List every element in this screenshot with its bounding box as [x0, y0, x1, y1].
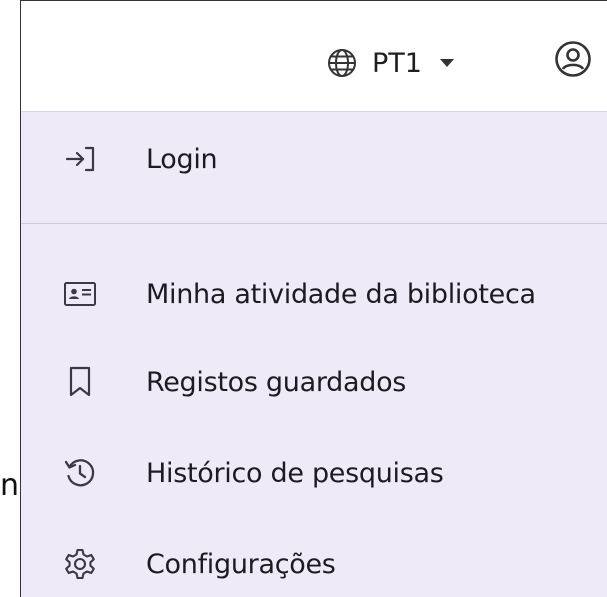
id-card-icon — [63, 277, 97, 311]
menu-item-label: Minha atividade da biblioteca — [146, 278, 536, 310]
caret-down-icon — [439, 59, 454, 67]
menu-item-login[interactable]: Login — [21, 127, 607, 191]
menu-item-saved-records[interactable]: Registos guardados — [21, 350, 607, 414]
bookmark-icon — [63, 365, 97, 399]
account-menu-panel: PT1 Login Minha atividade da biblioteca … — [20, 0, 607, 597]
menu-item-search-history[interactable]: Histórico de pesquisas — [21, 441, 607, 505]
menu-divider — [21, 223, 607, 224]
menu-item-library-activity[interactable]: Minha atividade da biblioteca — [21, 262, 607, 326]
history-icon — [63, 456, 97, 490]
top-bar: PT1 — [21, 1, 607, 112]
menu-item-label: Registos guardados — [146, 366, 407, 398]
menu-item-label: Histórico de pesquisas — [146, 457, 444, 489]
menu-item-settings[interactable]: Configurações — [21, 532, 607, 596]
login-icon — [63, 142, 97, 176]
language-label: PT1 — [372, 47, 422, 79]
account-dropdown-menu: Login Minha atividade da biblioteca Regi… — [21, 112, 607, 597]
language-selector[interactable]: PT1 — [326, 41, 454, 85]
globe-icon — [328, 49, 356, 77]
gear-icon — [63, 547, 97, 581]
menu-item-label: Configurações — [146, 548, 336, 580]
account-icon[interactable] — [554, 40, 592, 78]
menu-item-label: Login — [146, 143, 218, 175]
